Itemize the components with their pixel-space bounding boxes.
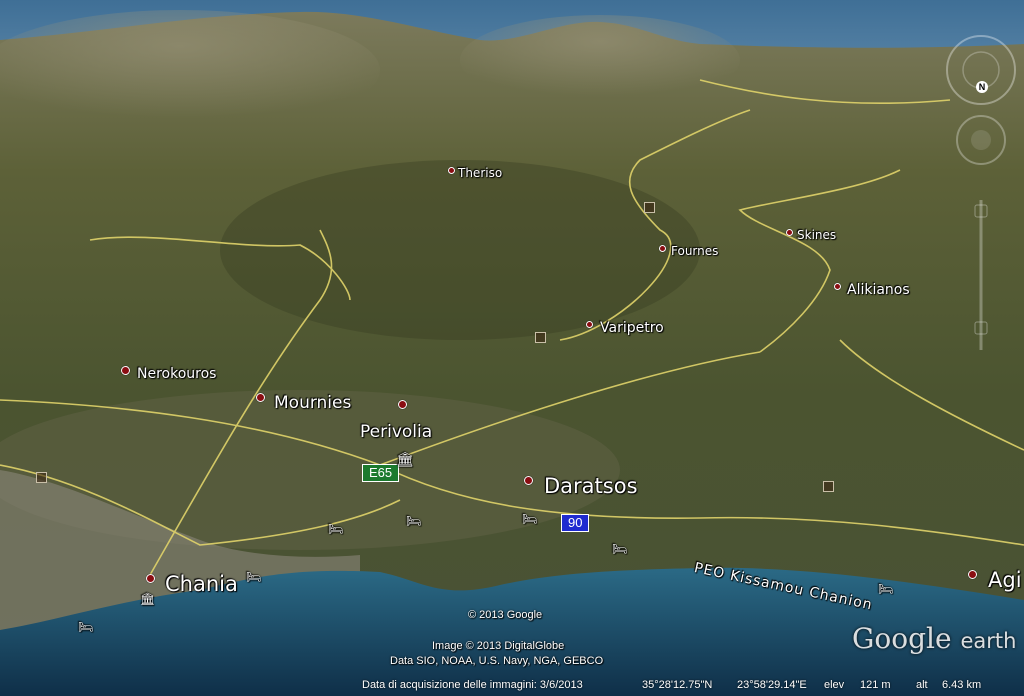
place-label: Alikianos (847, 282, 910, 298)
status-bar: Data di acquisizione delle immagini: 3/6… (0, 676, 1024, 696)
place-dot (448, 167, 455, 174)
google-earth-logo: Google earth (852, 622, 1017, 655)
museum-icon[interactable]: 🏛 (140, 592, 155, 606)
place-dot (256, 393, 265, 402)
navigation-controls[interactable] (938, 30, 1024, 360)
place-dot (121, 366, 130, 375)
valley-shadow (220, 160, 700, 340)
hotel-icon[interactable]: 🛏 (328, 522, 343, 536)
place-dot (786, 229, 793, 236)
road-shield-90[interactable]: 90 (561, 514, 590, 532)
museum-icon[interactable]: 🏛 (396, 452, 414, 468)
poi-marker[interactable] (535, 332, 546, 343)
place-label: Perivolia (360, 422, 433, 442)
place-fournes[interactable]: Fournes (659, 244, 718, 258)
place-label: Varipetro (600, 320, 664, 336)
poi-marker[interactable] (36, 472, 47, 483)
hotel-icon[interactable]: 🛏 (406, 514, 421, 528)
place-theriso[interactable]: Theriso (448, 166, 502, 180)
place-mournies[interactable]: Mournies (256, 393, 351, 413)
longitude-readout: 23°58'29.14"E (737, 679, 807, 691)
place-label: Daratsos (544, 474, 638, 498)
altitude-value: 6.43 km (942, 679, 982, 691)
place-skines[interactable]: Skines (786, 228, 836, 242)
hotel-icon[interactable]: 🛏 (878, 582, 893, 596)
poi-marker[interactable] (823, 481, 834, 492)
place-label: Agi (988, 568, 1022, 592)
place-dot (586, 321, 593, 328)
imagery-credit: Image © 2013 DigitalGlobe (432, 640, 565, 652)
place-label: Skines (797, 228, 837, 242)
elevation-value: 121 m (860, 679, 891, 691)
poi-marker[interactable] (644, 202, 655, 213)
place-label: Theriso (458, 166, 503, 180)
place-dot (146, 574, 155, 583)
place-label: Nerokouros (137, 366, 217, 382)
place-agia[interactable]: Agi (968, 568, 1022, 592)
place-label: Fournes (671, 244, 719, 258)
place-dot (398, 400, 407, 409)
hotel-icon[interactable]: 🛏 (78, 620, 93, 634)
road-shield-e65[interactable]: E65 (362, 464, 400, 482)
elevation-label: elev (824, 679, 845, 691)
place-label: Chania (165, 572, 238, 596)
hotel-icon[interactable]: 🛏 (246, 570, 261, 584)
place-dot (659, 245, 666, 252)
imagery-date: Data di acquisizione delle immagini: 3/6… (362, 679, 583, 691)
altitude-label: alt (916, 679, 928, 691)
hotel-icon[interactable]: 🛏 (612, 542, 627, 556)
place-nerokouros[interactable]: Nerokouros (121, 366, 216, 382)
place-label: Mournies (274, 393, 352, 413)
hotel-icon[interactable]: 🛏 (522, 512, 537, 526)
place-dot (524, 476, 533, 485)
data-credit: Data SIO, NOAA, U.S. Navy, NGA, GEBCO (390, 655, 604, 667)
latitude-readout: 35°28'12.75"N (642, 679, 713, 691)
place-dot (834, 283, 841, 290)
place-dot (968, 570, 977, 579)
place-chania[interactable]: Chania (146, 572, 238, 596)
compass-north-icon[interactable]: N (976, 81, 988, 93)
mountain-ridge-east (460, 15, 740, 105)
place-alikianos[interactable]: Alikianos (834, 282, 910, 298)
place-daratsos[interactable]: Daratsos (524, 474, 638, 498)
place-varipetro[interactable]: Varipetro (586, 320, 664, 336)
copyright-credit: © 2013 Google (468, 609, 543, 621)
